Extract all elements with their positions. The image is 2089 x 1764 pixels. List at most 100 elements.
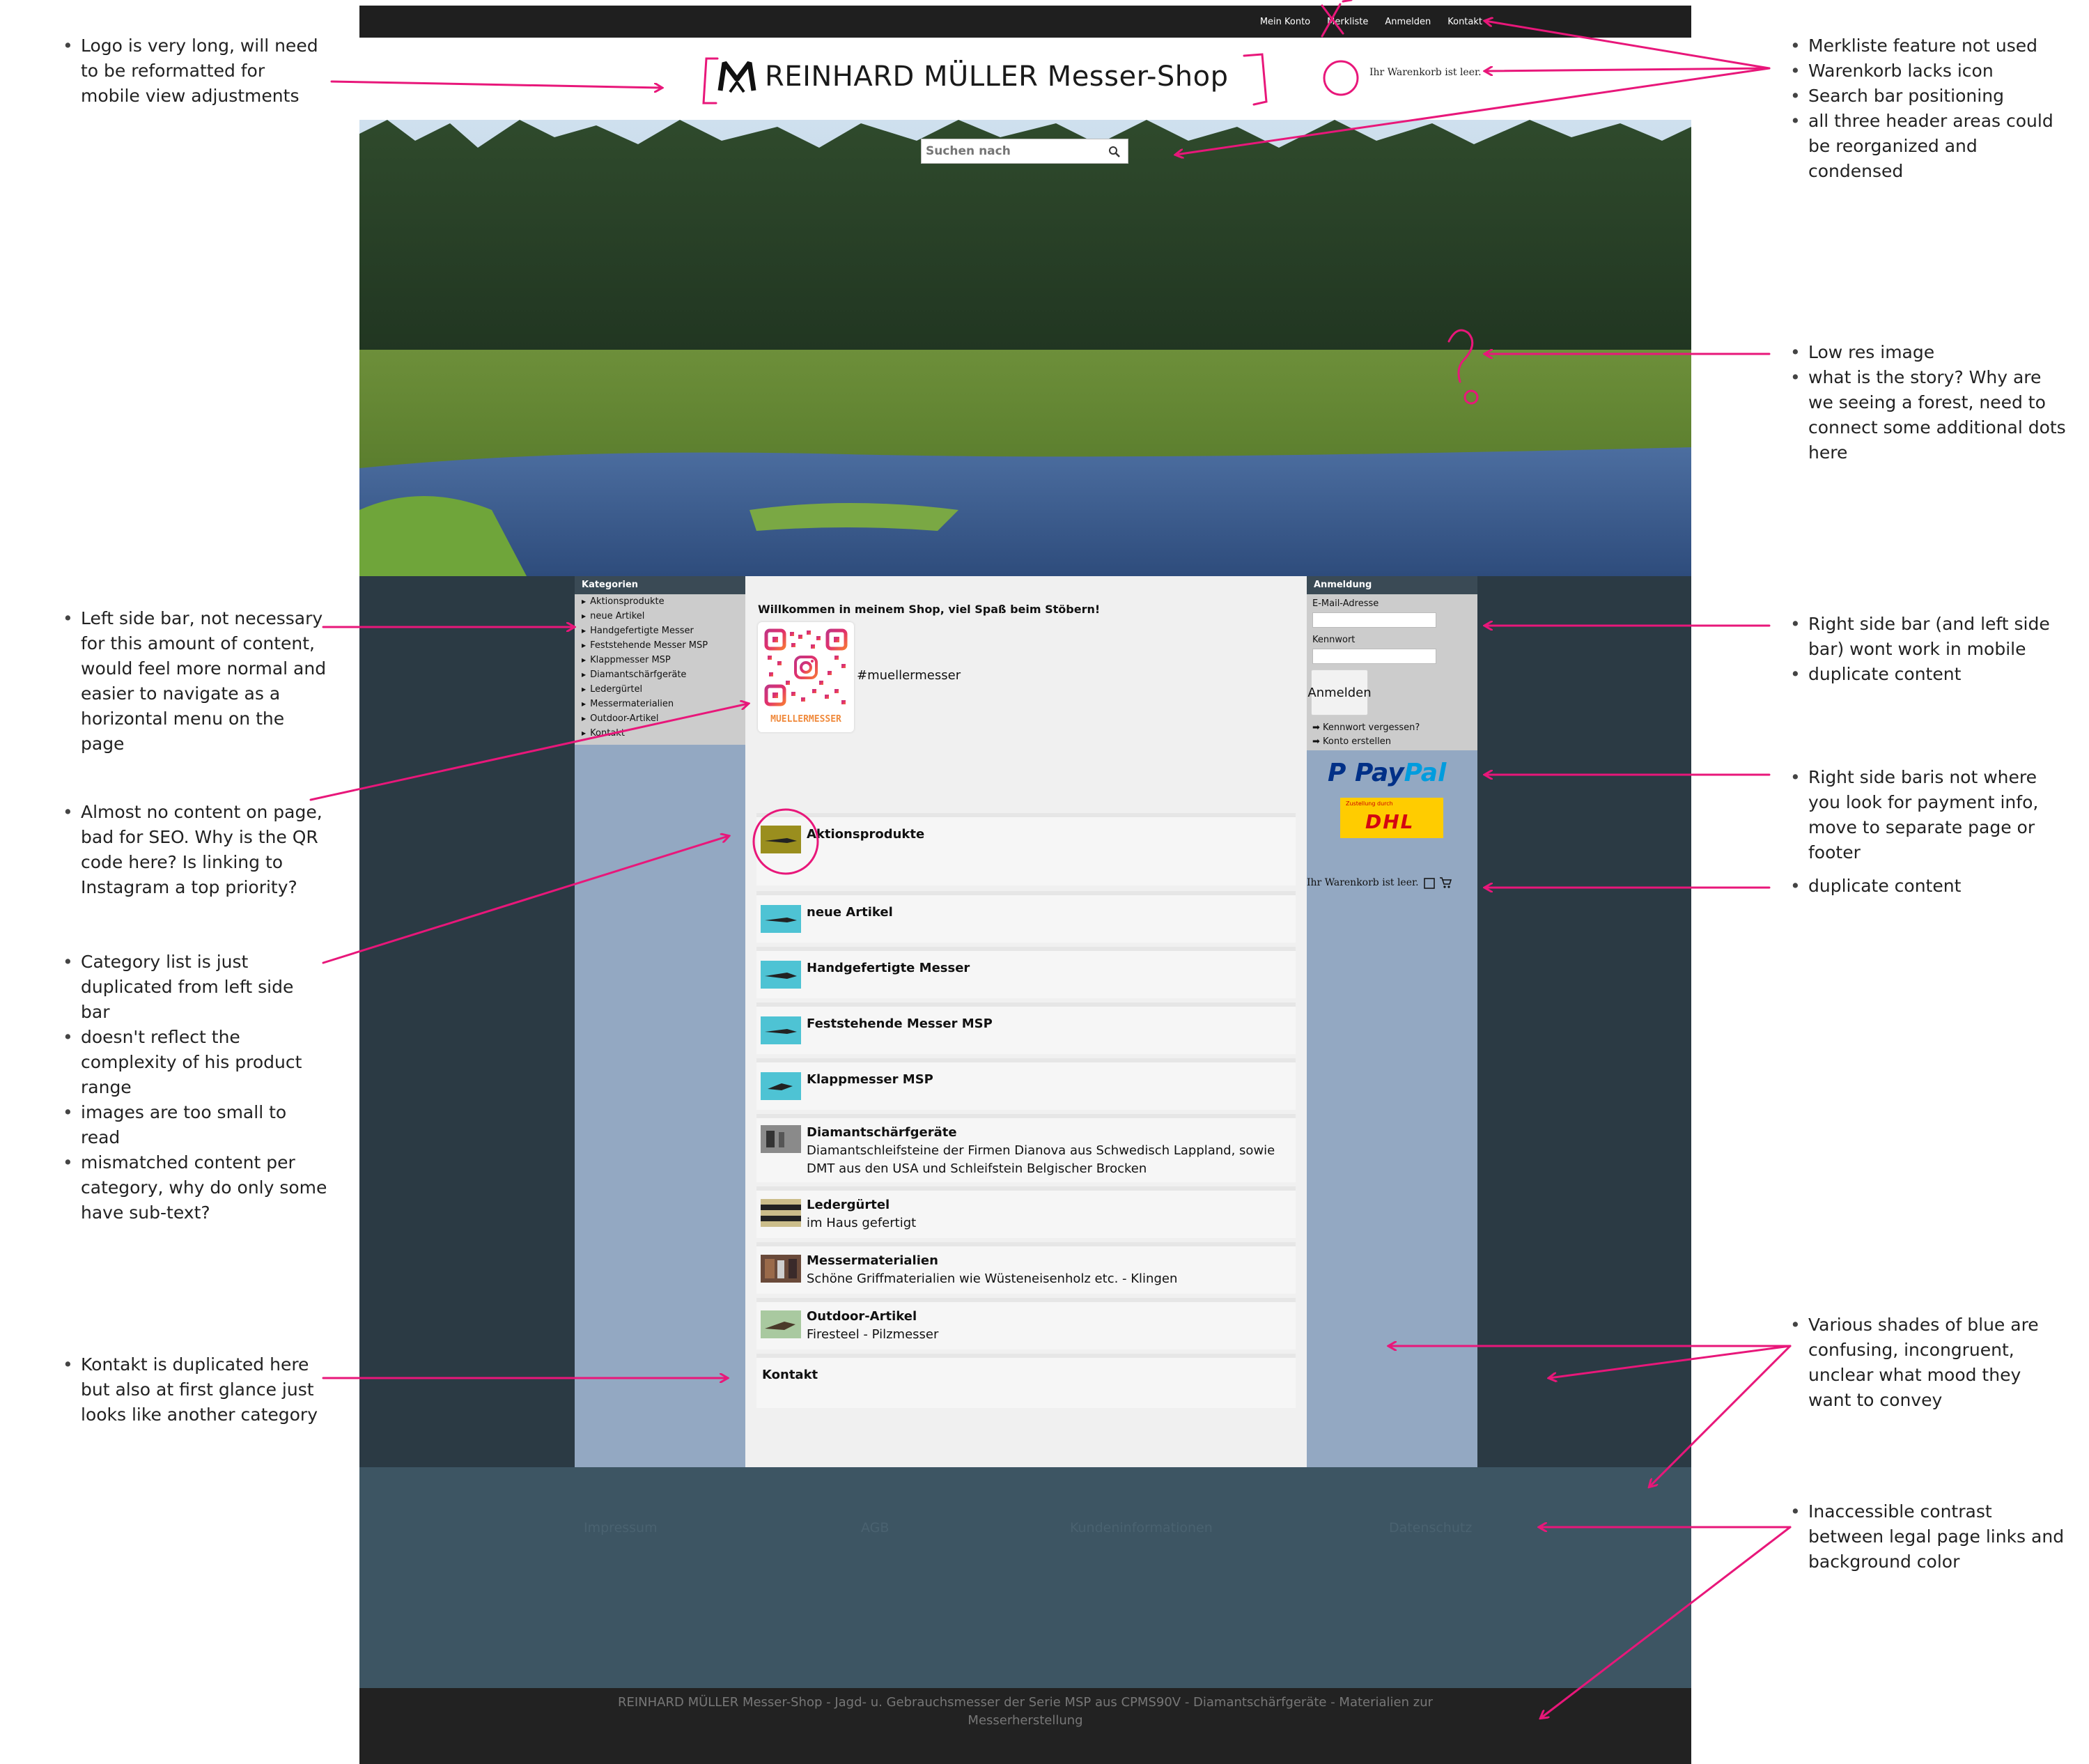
category-name: Messermaterialien bbox=[807, 1253, 938, 1268]
materials-thumbnail-icon bbox=[761, 1255, 801, 1283]
note-image: Low res image what is the story? Why are… bbox=[1790, 340, 2069, 465]
forgot-password-link[interactable]: ➡ Kennwort vergessen? bbox=[1312, 722, 1420, 733]
category-name: Diamantschärfgeräte bbox=[807, 1125, 957, 1140]
category-row-neue-artikel[interactable]: neue Artikel bbox=[756, 891, 1296, 943]
nav-login[interactable]: Anmelden bbox=[1385, 17, 1431, 27]
note-logo: Logo is very long, will need to be refor… bbox=[63, 33, 327, 109]
category-name: Kontakt bbox=[762, 1368, 818, 1382]
note-item: Warenkorb lacks icon bbox=[1790, 59, 2069, 84]
left-sidebar: Kategorien Aktionsprodukte neue Artikel … bbox=[575, 576, 745, 1467]
footer-link-agb[interactable]: AGB bbox=[861, 1520, 889, 1535]
sidebar-category-link[interactable]: Aktionsprodukte bbox=[575, 594, 745, 609]
instagram-hashtag[interactable]: #muellermesser bbox=[857, 668, 961, 683]
forest-river-photo bbox=[359, 120, 1691, 576]
sidebar-category-link[interactable]: Klappmesser MSP bbox=[575, 653, 745, 667]
note-header: Merkliste feature not used Warenkorb lac… bbox=[1790, 33, 2069, 184]
welcome-text: Willkommen in meinem Shop, viel Spaß bei… bbox=[758, 603, 1101, 616]
category-row-klappmesser[interactable]: Klappmesser MSP bbox=[756, 1058, 1296, 1110]
category-row-handgefertigte-messer[interactable]: Handgefertigte Messer bbox=[756, 947, 1296, 998]
instagram-qr-code[interactable]: MUELLERMESSER bbox=[758, 622, 854, 732]
note-item: duplicate content bbox=[1790, 662, 2069, 687]
login-button[interactable]: Anmelden bbox=[1307, 670, 1372, 715]
note-item: images are too small to read bbox=[63, 1100, 327, 1150]
note-duplicate: duplicate content bbox=[1790, 874, 2069, 899]
note-item: all three header areas could be reorgani… bbox=[1790, 109, 2069, 184]
category-row-lederguertel[interactable]: Ledergürtel im Haus gefertigt bbox=[756, 1186, 1296, 1238]
note-item: mismatched content per category, why do … bbox=[63, 1150, 327, 1225]
sharpener-thumbnail-icon bbox=[761, 1125, 801, 1153]
search-box[interactable] bbox=[921, 139, 1128, 164]
note-item: Low res image bbox=[1790, 340, 2069, 365]
note-item: Right side baris not where you look for … bbox=[1790, 765, 2069, 865]
login-box: Anmeldung E-Mail-Adresse Kennwort Anmeld… bbox=[1307, 576, 1477, 750]
note-item: Left side bar, not necessary for this am… bbox=[63, 606, 327, 757]
outdoor-thumbnail-icon bbox=[761, 1310, 801, 1338]
note-item: Logo is very long, will need to be refor… bbox=[63, 33, 327, 109]
sidebar-category-link[interactable]: Outdoor-Artikel bbox=[575, 711, 745, 726]
category-row-kontakt[interactable]: Kontakt bbox=[756, 1354, 1296, 1408]
sidebar-category-link[interactable]: Handgefertigte Messer bbox=[575, 624, 745, 638]
footer-link-impressum[interactable]: Impressum bbox=[584, 1520, 658, 1535]
right-sidebar: Anmeldung E-Mail-Adresse Kennwort Anmeld… bbox=[1307, 576, 1477, 1467]
copyright-text: REINHARD MÜLLER Messer-Shop - Jagd- u. G… bbox=[617, 1695, 1434, 1728]
create-account-link[interactable]: ➡ Konto erstellen bbox=[1312, 736, 1391, 747]
dhl-logo: Zustellung durch DHL bbox=[1340, 798, 1443, 838]
knife-thumbnail-icon bbox=[761, 1072, 801, 1100]
category-description: im Haus gefertigt bbox=[807, 1216, 917, 1230]
paypal-pay: Pay bbox=[1354, 759, 1404, 787]
footer-link-datenschutz[interactable]: Datenschutz bbox=[1389, 1520, 1472, 1535]
sidebar-cart-status[interactable]: Ihr Warenkorb ist leer. bbox=[1307, 876, 1452, 890]
note-blue: Various shades of blue are confusing, in… bbox=[1790, 1313, 2069, 1413]
main-content: Willkommen in meinem Shop, viel Spaß bei… bbox=[745, 576, 1307, 1467]
shop-logo[interactable]: REINHARD MÜLLER Messer-Shop bbox=[717, 59, 1229, 95]
nav-my-account[interactable]: Mein Konto bbox=[1260, 17, 1310, 27]
hero-image bbox=[359, 120, 1691, 576]
category-description: Schöne Griffmaterialien wie Wüsteneisenh… bbox=[807, 1271, 1178, 1286]
cart-icon bbox=[1423, 877, 1452, 889]
copyright-bar: REINHARD MÜLLER Messer-Shop - Jagd- u. G… bbox=[359, 1688, 1691, 1764]
note-kontakt: Kontakt is duplicated here but also at f… bbox=[63, 1352, 327, 1428]
dhl-wordmark: DHL bbox=[1365, 810, 1415, 833]
note-sidebar: Left side bar, not necessary for this am… bbox=[63, 606, 327, 757]
note-seo: Almost no content on page, bad for SEO. … bbox=[63, 800, 327, 900]
paypal-p-icon: P bbox=[1328, 759, 1346, 787]
category-row-outdoor-artikel[interactable]: Outdoor-Artikel Firesteel - Pilzmesser bbox=[756, 1298, 1296, 1349]
knife-thumbnail-icon bbox=[761, 826, 801, 853]
email-label: E-Mail-Adresse bbox=[1312, 598, 1379, 609]
category-name: Ledergürtel bbox=[807, 1198, 890, 1212]
category-box-title: Kategorien bbox=[575, 576, 745, 594]
sidebar-category-link[interactable]: Feststehende Messer MSP bbox=[575, 638, 745, 653]
category-name: Handgefertigte Messer bbox=[807, 961, 970, 975]
category-description: Firesteel - Pilzmesser bbox=[807, 1327, 939, 1342]
dhl-subtext: Zustellung durch bbox=[1346, 800, 1393, 807]
sidebar-category-link[interactable]: Messermaterialien bbox=[575, 697, 745, 711]
top-bar: Mein Konto Merkliste Anmelden Kontakt bbox=[359, 6, 1691, 38]
category-row-messermaterialien[interactable]: Messermaterialien Schöne Griffmaterialie… bbox=[756, 1242, 1296, 1294]
note-item: duplicate content bbox=[1790, 874, 2069, 899]
note-item: Category list is just duplicated from le… bbox=[63, 950, 327, 1025]
note-rightbar: Right side bar (and left side bar) wont … bbox=[1790, 612, 2069, 687]
sidebar-category-link[interactable]: neue Artikel bbox=[575, 609, 745, 624]
sidebar-category-link[interactable]: Ledergürtel bbox=[575, 682, 745, 697]
knife-thumbnail-icon bbox=[761, 905, 801, 933]
nav-wishlist[interactable]: Merkliste bbox=[1327, 17, 1368, 27]
search-icon[interactable] bbox=[1108, 146, 1121, 158]
belt-thumbnail-icon bbox=[761, 1199, 801, 1227]
password-field[interactable] bbox=[1312, 649, 1436, 664]
sidebar-category-link[interactable]: Diamantschärfgeräte bbox=[575, 667, 745, 682]
category-row-diamantschaerfgeraete[interactable]: Diamantschärfgeräte Diamantschleifsteine… bbox=[756, 1114, 1296, 1182]
category-row-feststehende-messer[interactable]: Feststehende Messer MSP bbox=[756, 1003, 1296, 1054]
paypal-logo: P PayPal bbox=[1328, 759, 1446, 787]
header-cart-status[interactable]: Ihr Warenkorb ist leer. bbox=[1369, 67, 1482, 78]
email-field[interactable] bbox=[1312, 612, 1436, 628]
note-item: Right side bar (and left side bar) wont … bbox=[1790, 612, 2069, 662]
qr-caption: MUELLERMESSER bbox=[770, 714, 841, 725]
logo-mark-icon bbox=[717, 61, 756, 93]
paypal-pal: Pal bbox=[1404, 759, 1447, 787]
category-row-aktionsprodukte[interactable]: Aktionsprodukte bbox=[756, 813, 1296, 885]
nav-contact[interactable]: Kontakt bbox=[1447, 17, 1482, 27]
sidebar-category-link[interactable]: Kontakt bbox=[575, 726, 745, 741]
footer-link-kundeninformationen[interactable]: Kundeninformationen bbox=[1070, 1520, 1213, 1535]
note-item: Merkliste feature not used bbox=[1790, 33, 2069, 59]
search-input[interactable] bbox=[922, 139, 1100, 163]
